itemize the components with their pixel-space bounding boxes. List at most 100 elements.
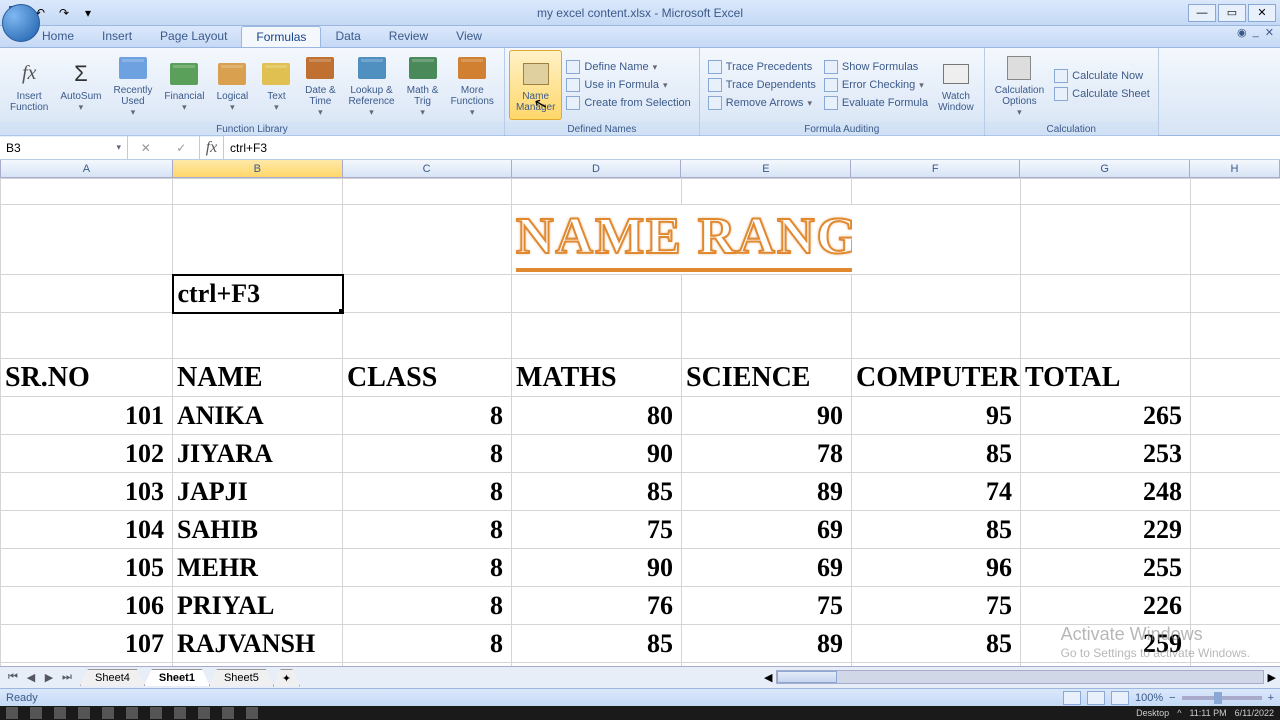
- col-header-f[interactable]: F: [851, 160, 1020, 177]
- zoom-slider[interactable]: [1182, 696, 1262, 700]
- normal-view-button[interactable]: [1063, 691, 1081, 705]
- cell-total: 265: [1021, 397, 1191, 435]
- trace-precedents-button[interactable]: Trace Precedents: [704, 59, 820, 75]
- taskbar-app[interactable]: [198, 707, 210, 719]
- tab-formulas[interactable]: Formulas: [241, 26, 321, 47]
- table-row[interactable]: 106PRIYAL8767575226: [1, 587, 1280, 625]
- show-formulas-button[interactable]: Show Formulas: [820, 59, 932, 75]
- last-sheet-button[interactable]: ⏭: [58, 671, 76, 684]
- enter-formula-button[interactable]: ✓: [176, 141, 186, 155]
- tray-chevron-icon[interactable]: ^: [1177, 708, 1181, 718]
- calculation-options-button[interactable]: Calculation Options▾: [989, 50, 1050, 120]
- zoom-out-button[interactable]: −: [1169, 692, 1175, 704]
- recently-used-button[interactable]: Recently Used▾: [108, 50, 159, 120]
- col-header-b[interactable]: B: [173, 160, 343, 177]
- insert-function-button[interactable]: fxInsert Function: [4, 50, 54, 120]
- col-header-d[interactable]: D: [512, 160, 682, 177]
- formula-input[interactable]: [224, 136, 1280, 159]
- tab-page-layout[interactable]: Page Layout: [146, 26, 241, 47]
- zoom-in-button[interactable]: +: [1268, 692, 1274, 704]
- sheet-tab[interactable]: Sheet1: [144, 669, 210, 686]
- taskbar-app[interactable]: [54, 707, 66, 719]
- status-bar: Ready 100% − +: [0, 688, 1280, 706]
- lookup-reference-button[interactable]: Lookup & Reference▾: [342, 50, 400, 120]
- tab-insert[interactable]: Insert: [88, 26, 146, 47]
- taskbar-app[interactable]: [30, 707, 42, 719]
- name-box-input[interactable]: [6, 141, 116, 155]
- insert-function-fx[interactable]: fx: [200, 136, 224, 159]
- text-button[interactable]: Text▾: [254, 50, 298, 120]
- col-header-h[interactable]: H: [1190, 160, 1280, 177]
- col-header-c[interactable]: C: [343, 160, 512, 177]
- col-header-e[interactable]: E: [681, 160, 851, 177]
- watch-window-button[interactable]: Watch Window: [932, 50, 980, 120]
- horizontal-scrollbar[interactable]: ◀▶: [760, 668, 1280, 686]
- maximize-button[interactable]: ▭: [1218, 4, 1246, 22]
- date-time-button[interactable]: Date & Time▾: [298, 50, 342, 120]
- sheet-tab[interactable]: Sheet5: [209, 669, 274, 686]
- taskbar-app[interactable]: [78, 707, 90, 719]
- ribbon-close-button[interactable]: ✕: [1265, 26, 1274, 39]
- logical-button[interactable]: Logical▾: [210, 50, 254, 120]
- minimize-ribbon-button[interactable]: _: [1253, 26, 1259, 39]
- close-button[interactable]: ✕: [1248, 4, 1276, 22]
- sheet-tab[interactable]: Sheet4: [80, 669, 145, 686]
- new-sheet-button[interactable]: ✦: [273, 669, 300, 687]
- cell-maths: 80: [512, 397, 682, 435]
- group-label: Defined Names: [505, 122, 699, 137]
- taskbar-app[interactable]: [102, 707, 114, 719]
- autosum-button[interactable]: ΣAutoSum▾: [54, 50, 107, 120]
- redo-button[interactable]: ↷: [54, 3, 74, 23]
- financial-button[interactable]: Financial▾: [158, 50, 210, 120]
- col-header-a[interactable]: A: [1, 160, 173, 177]
- help-icon[interactable]: ◉: [1237, 26, 1247, 39]
- prev-sheet-button[interactable]: ◀: [22, 671, 40, 684]
- remove-arrows-button[interactable]: Remove Arrows ▾: [704, 95, 820, 111]
- book-icon: [358, 57, 386, 79]
- table-row[interactable]: 105MEHR8906996255: [1, 549, 1280, 587]
- cell-science: 89: [682, 473, 852, 511]
- formula-bar-row: ▾ ✕ ✓ fx: [0, 136, 1280, 160]
- cell-maths: 90: [512, 435, 682, 473]
- cell-name: JAPJI: [173, 473, 343, 511]
- taskbar-app[interactable]: [246, 707, 258, 719]
- hdr-srno: SR.NO: [1, 359, 173, 397]
- more-functions-button[interactable]: More Functions▾: [445, 50, 500, 120]
- table-row[interactable]: 101ANIKA8809095265: [1, 397, 1280, 435]
- page-break-view-button[interactable]: [1111, 691, 1129, 705]
- cell-sr: 101: [1, 397, 173, 435]
- trace-dependents-button[interactable]: Trace Dependents: [704, 77, 820, 93]
- book-icon: [119, 57, 147, 79]
- tab-data[interactable]: Data: [321, 26, 374, 47]
- minimize-button[interactable]: —: [1188, 4, 1216, 22]
- taskbar-app[interactable]: [126, 707, 138, 719]
- cell-b3[interactable]: ctrl+F3: [173, 275, 343, 313]
- next-sheet-button[interactable]: ▶: [40, 671, 58, 684]
- calculate-sheet-button[interactable]: Calculate Sheet: [1050, 86, 1154, 102]
- error-checking-button[interactable]: Error Checking ▾: [820, 77, 932, 93]
- fx-icon: fx: [22, 62, 36, 85]
- name-box[interactable]: ▾: [0, 136, 128, 159]
- taskbar-app[interactable]: [222, 707, 234, 719]
- create-from-selection-button[interactable]: Create from Selection: [562, 95, 694, 111]
- tab-view[interactable]: View: [442, 26, 496, 47]
- evaluate-formula-button[interactable]: Evaluate Formula: [820, 95, 932, 111]
- page-layout-view-button[interactable]: [1087, 691, 1105, 705]
- office-button[interactable]: [2, 4, 40, 42]
- cancel-formula-button[interactable]: ✕: [141, 141, 151, 155]
- worksheet-grid[interactable]: NAME RANGE ctrl+F3 SR.NO NAME CLASS MATH…: [0, 178, 1280, 678]
- table-row[interactable]: 103JAPJI8858974248: [1, 473, 1280, 511]
- first-sheet-button[interactable]: ⏮: [4, 671, 22, 684]
- start-button[interactable]: [6, 707, 18, 719]
- calculate-now-button[interactable]: Calculate Now: [1050, 68, 1154, 84]
- taskbar-app[interactable]: [174, 707, 186, 719]
- col-header-g[interactable]: G: [1020, 160, 1190, 177]
- table-row[interactable]: 102JIYARA8907885253: [1, 435, 1280, 473]
- tab-review[interactable]: Review: [375, 26, 442, 47]
- table-row[interactable]: 104SAHIB8756985229: [1, 511, 1280, 549]
- use-in-formula-button[interactable]: Use in Formula ▾: [562, 77, 694, 93]
- define-name-button[interactable]: Define Name ▾: [562, 59, 694, 75]
- qat-customize[interactable]: ▾: [78, 3, 98, 23]
- math-trig-button[interactable]: Math & Trig▾: [401, 50, 445, 120]
- taskbar-app[interactable]: [150, 707, 162, 719]
